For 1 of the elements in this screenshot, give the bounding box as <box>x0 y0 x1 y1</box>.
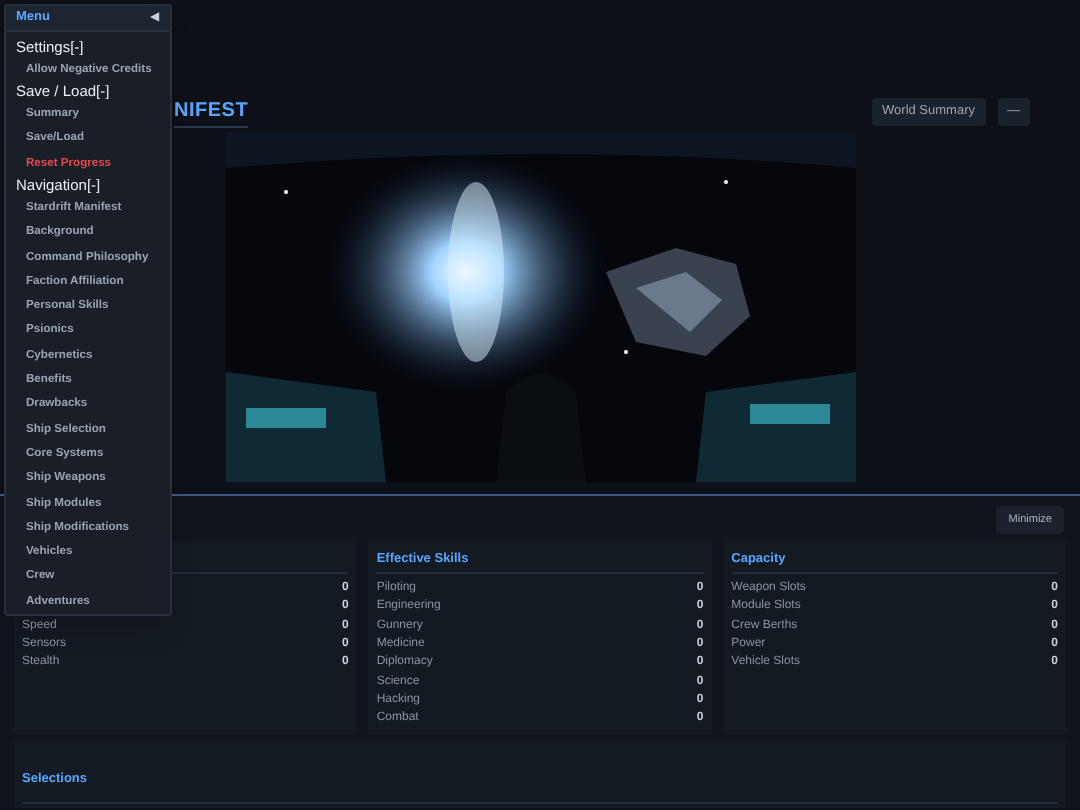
page-title: NIFEST <box>174 96 249 128</box>
